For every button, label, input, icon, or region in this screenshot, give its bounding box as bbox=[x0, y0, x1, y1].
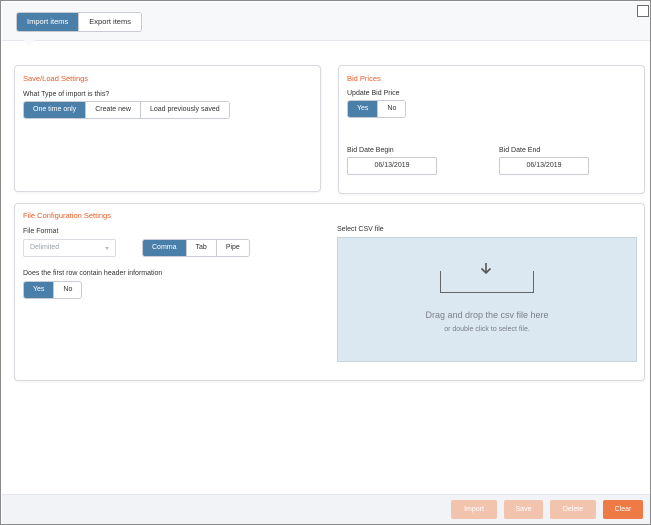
update-bid-price-label: Update Bid Price bbox=[347, 90, 400, 97]
file-config-panel: File Configuration Settings File Format … bbox=[14, 203, 645, 381]
save-button[interactable]: Save bbox=[504, 500, 543, 519]
active-tab-pointer bbox=[23, 40, 35, 46]
option-load-previously-saved[interactable]: Load previously saved bbox=[139, 102, 229, 118]
update-bid-yes[interactable]: Yes bbox=[348, 101, 378, 117]
delimiter-tab[interactable]: Tab bbox=[185, 240, 216, 256]
top-toolbar: Import items Export items bbox=[2, 2, 650, 41]
app-frame: Import items Export items Save/Load Sett… bbox=[0, 0, 651, 525]
delimiter-pipe[interactable]: Pipe bbox=[215, 240, 249, 256]
bid-date-end-label: Bid Date End bbox=[499, 147, 541, 154]
header-row-toggle: Yes No bbox=[23, 281, 83, 299]
file-format-label: File Format bbox=[23, 228, 59, 235]
corner-checkbox[interactable] bbox=[637, 5, 649, 17]
bid-date-begin-label: Bid Date Begin bbox=[347, 147, 394, 154]
drop-zone-hint: or double click to select file. bbox=[444, 326, 530, 333]
drop-zone-title: Drag and drop the csv file here bbox=[425, 310, 549, 320]
chevron-down-icon bbox=[105, 247, 109, 250]
delimiter-selector: Comma Tab Pipe bbox=[142, 239, 250, 257]
header-row-no[interactable]: No bbox=[53, 282, 82, 298]
file-format-select[interactable]: Delimited bbox=[23, 239, 116, 257]
delimiter-comma[interactable]: Comma bbox=[143, 240, 186, 256]
file-format-value: Delimited bbox=[30, 244, 60, 251]
option-one-time-only[interactable]: One time only bbox=[24, 102, 86, 118]
bid-prices-title: Bid Prices bbox=[347, 74, 381, 83]
select-csv-label: Select CSV file bbox=[337, 226, 384, 233]
tab-import-items[interactable]: Import items bbox=[17, 13, 79, 31]
footer-bar: Import Save Delete Clear bbox=[2, 494, 650, 524]
import-type-selector: One time only Create new Load previously… bbox=[23, 101, 230, 119]
bid-date-begin-input[interactable]: 06/13/2019 bbox=[347, 157, 437, 175]
download-arrow-icon bbox=[480, 263, 492, 275]
import-type-question: What Type of import is this? bbox=[23, 91, 110, 98]
header-row-question: Does the first row contain header inform… bbox=[23, 270, 163, 277]
update-bid-no[interactable]: No bbox=[377, 101, 406, 117]
update-bid-price-toggle: Yes No bbox=[347, 100, 407, 118]
option-create-new[interactable]: Create new bbox=[85, 102, 140, 118]
save-load-title: Save/Load Settings bbox=[23, 74, 89, 83]
header-row-yes[interactable]: Yes bbox=[24, 282, 54, 298]
bid-prices-panel: Bid Prices Update Bid Price Yes No Bid D… bbox=[338, 65, 645, 194]
file-config-title: File Configuration Settings bbox=[23, 211, 111, 220]
csv-drop-zone[interactable]: Drag and drop the csv file here or doubl… bbox=[337, 237, 637, 362]
clear-button[interactable]: Clear bbox=[603, 500, 643, 519]
bid-date-end-input[interactable]: 06/13/2019 bbox=[499, 157, 589, 175]
import-button[interactable]: Import bbox=[451, 500, 497, 519]
save-load-panel: Save/Load Settings What Type of import i… bbox=[14, 65, 321, 192]
delete-button[interactable]: Delete bbox=[550, 500, 596, 519]
tab-group: Import items Export items bbox=[16, 12, 142, 32]
tab-export-items[interactable]: Export items bbox=[78, 13, 141, 31]
